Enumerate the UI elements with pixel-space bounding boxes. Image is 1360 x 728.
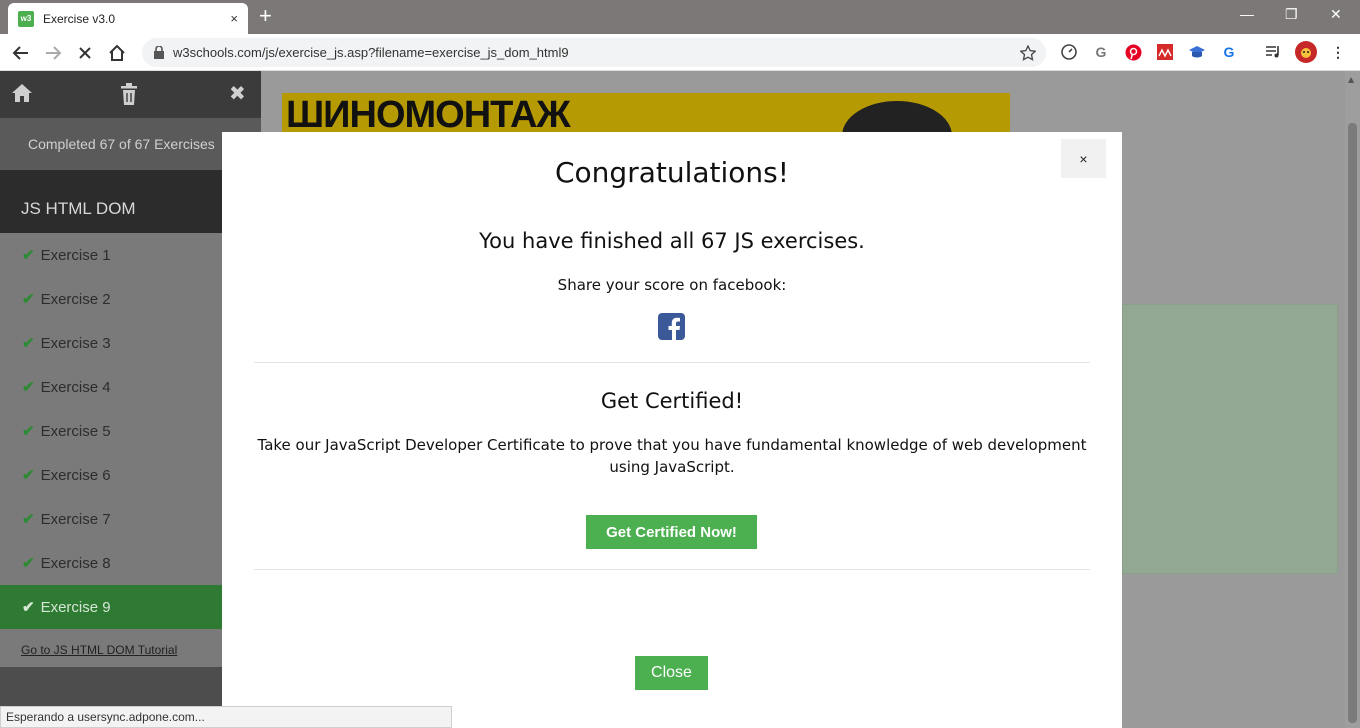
browser-toolbar: w3schools.com/js/exercise_js.asp?filenam… [0,34,1360,71]
home-icon[interactable] [11,83,33,107]
checkmark-icon: ✔ [22,467,35,484]
exercise-label: Exercise 9 [40,598,111,616]
minimize-button[interactable]: — [1240,6,1254,22]
finished-message: You have finished all 67 JS exercises. [479,229,865,253]
checkmark-icon: ✔ [22,599,35,616]
w3schools-favicon-icon: w3 [18,10,34,27]
close-button[interactable]: Close [635,656,708,690]
speed-icon[interactable] [1060,43,1078,61]
restore-button[interactable]: ❐ [1285,6,1298,23]
exercise-label: Exercise 8 [40,554,111,572]
certified-title: Get Certified! [600,389,744,413]
scroll-up-icon[interactable]: ▲ [1348,75,1354,84]
url-text: w3schools.com/js/exercise_js.asp?filenam… [173,45,569,60]
home-button[interactable] [104,40,130,66]
scroll-thumb[interactable] [1348,123,1357,723]
window-close-button[interactable]: ✕ [1330,6,1342,23]
stop-button[interactable] [72,40,98,66]
home-icon [109,44,125,61]
checkmark-icon: ✔ [22,511,35,528]
exercise-label: Exercise 2 [40,290,111,308]
modal-title: Congratulations! [555,156,789,189]
exercise-label: Exercise 6 [40,466,111,484]
exercise-label: Exercise 3 [40,334,111,352]
trash-icon[interactable] [120,83,138,109]
status-bar: Esperando a usersync.adpone.com... [0,706,452,728]
exercise-label: Exercise 7 [40,510,111,528]
page-scrollbar[interactable]: ▲ [1345,71,1360,728]
certificate-description: Take our JavaScript Developer Certificat… [257,436,1087,476]
exercise-label: Exercise 5 [40,422,111,440]
grammarly-icon[interactable]: G [1220,43,1238,61]
cap-icon[interactable] [1188,43,1206,61]
pinterest-icon[interactable] [1124,43,1142,61]
forward-button[interactable] [40,40,66,66]
exercise-label: Exercise 4 [40,378,111,396]
share-text: Share your score on facebook: [557,276,787,294]
menu-dots-icon[interactable]: ⋮ [1329,43,1347,61]
google-icon[interactable]: G [1092,43,1110,61]
checkmark-icon: ✔ [22,335,35,352]
tab-close-icon[interactable]: × [230,11,238,26]
browser-tab[interactable]: w3 Exercise v3.0 × [8,3,248,34]
result-panel [1122,304,1338,574]
media-icon[interactable] [1264,43,1282,61]
checkmark-icon: ✔ [22,291,35,308]
ad-banner[interactable]: ШИНОМОНТАЖ [282,93,1010,137]
avatar-icon[interactable] [1295,41,1317,63]
forward-arrow-icon [46,46,62,60]
ad-text: ШИНОМОНТАЖ [286,94,571,136]
new-tab-button[interactable]: + [259,5,272,27]
get-certified-button[interactable]: Get Certified Now! [586,515,757,549]
divider [254,569,1090,570]
close-icon[interactable]: ✖ [229,81,246,105]
lock-icon [154,46,164,59]
back-arrow-icon [12,46,28,60]
facebook-icon[interactable] [658,313,685,340]
sidebar-toolbar: ✖ [0,71,261,118]
congratulations-modal: × Congratulations! You have finished all… [222,132,1122,728]
mosaic-icon[interactable] [1156,43,1174,61]
checkmark-icon: ✔ [22,379,35,396]
back-button[interactable] [8,40,34,66]
divider [254,362,1090,363]
tab-title: Exercise v3.0 [43,11,116,26]
tab-strip: w3 Exercise v3.0 × + — ❐ ✕ [0,0,1360,34]
exercise-label: Exercise 1 [40,246,111,264]
checkmark-icon: ✔ [22,423,35,440]
stop-icon [79,47,91,59]
address-bar[interactable]: w3schools.com/js/exercise_js.asp?filenam… [142,38,1046,67]
bookmark-star-icon[interactable] [1020,45,1036,61]
checkmark-icon: ✔ [22,555,35,572]
checkmark-icon: ✔ [22,247,35,264]
